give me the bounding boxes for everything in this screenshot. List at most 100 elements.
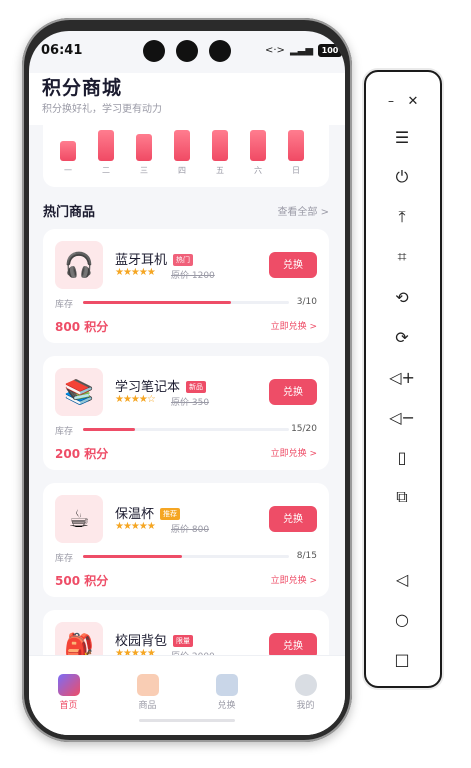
redeem-button[interactable]: 兑换 — [269, 633, 317, 655]
product-tag-badge: 限量 — [173, 635, 194, 647]
camera-cutout — [143, 40, 165, 62]
chart-day-label: 三 — [140, 166, 148, 175]
product-tag-badge: 新品 — [186, 381, 207, 393]
chart-bar — [250, 130, 266, 161]
tab-label: 商品 — [138, 701, 157, 711]
product-image: ☕ — [55, 495, 103, 543]
tab-home[interactable]: 首页 — [29, 674, 108, 711]
volume-down-icon[interactable]: ◁− — [389, 404, 415, 430]
chart-day-label: 一 — [64, 166, 72, 175]
chart-day-label: 五 — [216, 166, 224, 175]
redeem-now-link[interactable]: 立即兑换 > — [271, 573, 317, 586]
redeem-button[interactable]: 兑换 — [269, 379, 317, 405]
chart-bar — [174, 130, 190, 161]
stock-progress-fill — [83, 428, 135, 431]
stock-progress-bar — [83, 428, 289, 431]
status-bar: 06:41 <·> ▂▃▅ 100 — [29, 31, 345, 73]
menu-icon[interactable]: ☰ — [389, 124, 415, 150]
stock-progress-bar — [83, 301, 289, 304]
stock-progress-bar — [83, 555, 289, 558]
product-tag-badge: 推荐 — [160, 508, 181, 520]
signal-icon: ▂▃▅ — [289, 45, 314, 56]
product-name: 校园背包 限量 — [115, 630, 194, 649]
status-time: 06:41 — [41, 43, 83, 58]
stock-label: 库存 — [55, 427, 74, 437]
camera-cutout — [209, 40, 231, 62]
redeem-now-link[interactable]: 立即兑换 > — [271, 319, 317, 332]
redeem-now-link[interactable]: 立即兑换 > — [271, 446, 317, 459]
home-indicator[interactable] — [139, 719, 235, 722]
shopping-bags-icon — [57, 674, 80, 696]
chart-day-label: 二 — [102, 166, 110, 175]
shake-icon[interactable]: ▯ — [389, 444, 415, 470]
rating-stars: ★★★★☆ — [115, 394, 156, 405]
page-subtitle: 积分换好礼，学习更有动力 — [42, 104, 162, 115]
power-icon[interactable]: ⏻ — [389, 164, 415, 190]
camera-cutout — [176, 40, 198, 62]
stock-progress-fill — [83, 555, 182, 558]
points-price: 800 积分 — [55, 320, 109, 334]
redeem-button[interactable]: 兑换 — [269, 252, 317, 278]
stock-count: 3/10 — [296, 297, 317, 307]
data-transfer-icon: <·> — [265, 45, 285, 56]
stock-progress-fill — [83, 301, 232, 304]
back-icon[interactable]: ◁ — [389, 566, 415, 592]
bottom-tab-bar: 首页 商品 兑换 我的 — [29, 655, 345, 735]
chart-bar — [288, 130, 304, 161]
page-header: 积分商城 积分换好礼，学习更有动力 — [29, 73, 345, 125]
points-price: 500 积分 — [55, 574, 109, 588]
product-card[interactable]: 📚 学习笔记本 新品 ★★★★☆ 原价 350 兑换库存 15/20 200 积分 立即兑换 > — [43, 356, 329, 470]
content-scroll[interactable]: 一二三四五六日 热门商品 查看全部 > 🎧 蓝牙耳机 热门 ★★★★★ 原价 1200 兑… — [29, 125, 345, 655]
original-price: 原价 800 — [171, 525, 210, 535]
tab-label: 兑换 — [217, 701, 236, 711]
product-image: 🎧 — [55, 241, 103, 289]
phone-screen: 06:41 <·> ▂▃▅ 100 积分商城 积分换好礼，学习更有动力 一 二 三 四… — [29, 31, 345, 735]
chart-bar — [212, 130, 228, 161]
product-card[interactable]: ☕ 保温杯 推荐 ★★★★★ 原价 800 兑换库存 8/15 500 积分 立即兑换 > — [43, 483, 329, 597]
rating-stars: ★★★★★ — [115, 521, 156, 532]
product-image: 🎒 — [55, 622, 103, 655]
stock-count: 15/20 — [291, 424, 317, 434]
user-icon — [294, 674, 317, 696]
product-image: 📚 — [55, 368, 103, 416]
rotate-right-icon[interactable]: ⟳ — [389, 324, 415, 350]
chart-bar — [136, 134, 152, 161]
tab-exchange[interactable]: 兑换 — [187, 674, 266, 711]
product-card[interactable]: 🎒校园背包限量★★★★★原价 2000兑换 — [43, 610, 329, 655]
rating-stars: ★★★★★ — [115, 648, 156, 655]
page-title: 积分商城 — [42, 77, 123, 99]
home-icon[interactable]: ○ — [389, 606, 415, 632]
upload-icon[interactable]: ⤒ — [389, 204, 415, 230]
battery-icon: 100 — [318, 44, 343, 57]
redeem-button[interactable]: 兑换 — [269, 506, 317, 532]
volume-up-icon[interactable]: ◁+ — [389, 364, 415, 390]
original-price: 原价 350 — [171, 398, 210, 408]
stock-count: 8/15 — [296, 551, 317, 561]
product-card[interactable]: 🎧 蓝牙耳机 热门 ★★★★★ 原价 1200 兑换库存 3/10 800 积分 立即兑换 > — [43, 229, 329, 343]
rating-stars: ★★★★★ — [115, 267, 156, 278]
emulator-side-toolbar: – ✕ ☰ ⏻ ⤒ ⌗ ⟲ ⟳ ◁+ ◁− ▯ ⧉ ◁ ○ □ — [364, 70, 442, 688]
screenshot-icon[interactable]: ⧉ — [389, 484, 415, 510]
view-all-link[interactable]: 查看全部 > — [277, 203, 329, 218]
weekly-points-chart: 一二三四五六日 — [43, 125, 329, 187]
product-name: 蓝牙耳机 热门 — [115, 249, 194, 268]
chart-day-label: 四 — [178, 166, 186, 175]
tab-products[interactable]: 商品 — [108, 674, 187, 711]
section-title: 热门商品 — [43, 205, 96, 220]
stock-label: 库存 — [55, 554, 74, 564]
crop-icon[interactable]: ⌗ — [389, 244, 415, 270]
chart-day-label: 日 — [292, 166, 300, 175]
product-name: 保温杯 推荐 — [115, 503, 181, 522]
tab-profile[interactable]: 我的 — [266, 674, 345, 711]
points-price: 200 积分 — [55, 447, 109, 461]
chart-bar — [98, 130, 114, 161]
original-price: 原价 1200 — [171, 271, 215, 281]
stock-label: 库存 — [55, 300, 74, 310]
chart-bar — [60, 141, 76, 161]
recents-icon[interactable]: □ — [389, 646, 415, 672]
tab-label: 我的 — [296, 701, 315, 711]
rotate-left-icon[interactable]: ⟲ — [389, 284, 415, 310]
tab-label: 首页 — [59, 701, 78, 711]
product-name: 学习笔记本 新品 — [115, 376, 207, 395]
close-icon[interactable]: ✕ — [400, 88, 426, 114]
